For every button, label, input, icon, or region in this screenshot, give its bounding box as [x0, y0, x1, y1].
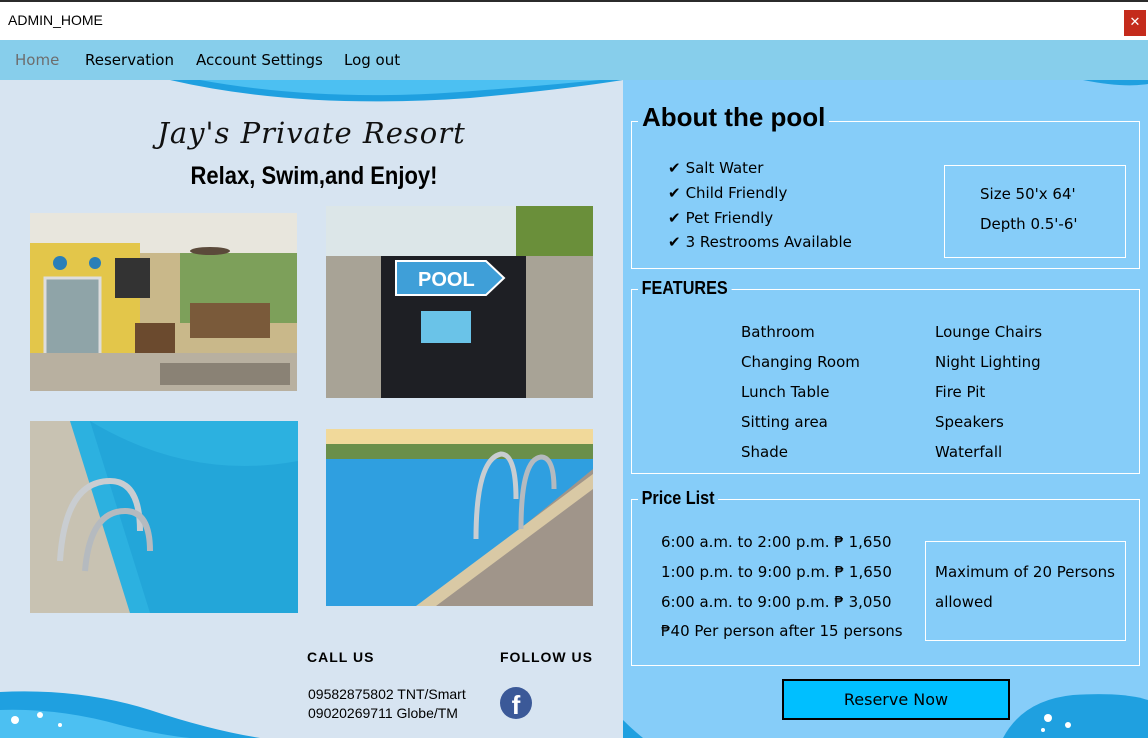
max-persons-box: Maximum of 20 Persons allowed	[925, 541, 1126, 641]
feature-changing-room: Changing Room	[741, 353, 860, 371]
price-line-afternoon: 1:00 p.m. to 9:00 p.m. ₱ 1,650	[661, 563, 892, 581]
call-us-heading: CALL US	[307, 649, 375, 665]
price-list-group: Price List 6:00 a.m. to 2:00 p.m. ₱ 1,65…	[631, 488, 1140, 666]
patio-photo	[30, 213, 297, 391]
feature-check-child-friendly: ✔ Child Friendly	[668, 184, 788, 202]
features-group: FEATURES Bathroom Changing Room Lunch Ta…	[631, 278, 1140, 474]
pool-deck-photo	[326, 429, 593, 606]
feature-check-pet-friendly: ✔ Pet Friendly	[668, 209, 774, 227]
resort-title: Jay's Private Resort	[157, 116, 466, 150]
feature-check-restrooms: ✔ 3 Restrooms Available	[668, 233, 852, 251]
pool-sign-text: POOL	[418, 269, 475, 291]
check-icon: ✔	[668, 209, 681, 227]
close-icon[interactable]: ✕	[1124, 10, 1146, 36]
max-persons-line2: allowed	[935, 593, 993, 611]
pool-ladder-photo	[30, 421, 298, 613]
menu-item-logout[interactable]: Log out	[344, 51, 400, 69]
pool-size: Size 50'x 64'	[980, 185, 1076, 203]
pool-gate-photo: POOL	[326, 206, 593, 398]
menu-item-home[interactable]: Home	[15, 51, 59, 69]
feature-lunch-table: Lunch Table	[741, 383, 830, 401]
price-line-morning: 6:00 a.m. to 2:00 p.m. ₱ 1,650	[661, 533, 892, 551]
feature-bathroom: Bathroom	[741, 323, 815, 341]
check-icon: ✔	[668, 184, 681, 202]
features-heading: FEATURES	[638, 278, 732, 299]
check-icon: ✔	[668, 233, 681, 251]
right-bottom-wave	[623, 694, 1148, 738]
feature-check-salt-water: ✔ Salt Water	[668, 159, 764, 177]
size-box: Size 50'x 64' Depth 0.5'-6'	[944, 165, 1126, 258]
pool-depth: Depth 0.5'-6'	[980, 215, 1078, 233]
feature-fire-pit: Fire Pit	[935, 383, 986, 401]
window-title: ADMIN_HOME	[8, 12, 103, 28]
menu-item-account-settings[interactable]: Account Settings	[196, 51, 323, 69]
title-bar: ADMIN_HOME ✕	[0, 0, 1148, 40]
right-panel: About the pool ✔ Salt Water ✔ Child Friend…	[623, 80, 1148, 738]
price-line-extra-person: ₱40 Per person after 15 persons	[661, 622, 903, 640]
check-icon: ✔	[668, 159, 681, 177]
price-list-heading: Price List	[638, 488, 719, 509]
menu-bar: Home Reservation Account Settings Log ou…	[0, 40, 1148, 80]
feature-lounge-chairs: Lounge Chairs	[935, 323, 1043, 341]
feature-waterfall: Waterfall	[935, 443, 1003, 461]
feature-speakers: Speakers	[935, 413, 1004, 431]
feature-shade: Shade	[741, 443, 788, 461]
follow-us-heading: FOLLOW US	[500, 649, 593, 665]
top-wave-decoration	[170, 80, 623, 102]
bottom-wave-decoration	[0, 691, 260, 738]
about-pool-group: About the pool ✔ Salt Water ✔ Child Friend…	[631, 102, 1140, 269]
resort-subtitle: Relax, Swim,and Enjoy!	[190, 162, 438, 190]
max-persons-line1: Maximum of 20 Persons	[935, 563, 1115, 581]
left-panel: Jay's Private Resort Relax, Swim,and Enj…	[0, 80, 623, 738]
feature-sitting-area: Sitting area	[741, 413, 828, 431]
about-pool-heading: About the pool	[638, 102, 830, 133]
menu-item-reservation[interactable]: Reservation	[85, 51, 174, 69]
feature-night-lighting: Night Lighting	[935, 353, 1041, 371]
right-top-wave	[1083, 80, 1148, 86]
price-line-whole-day: 6:00 a.m. to 9:00 p.m. ₱ 3,050	[661, 593, 892, 611]
